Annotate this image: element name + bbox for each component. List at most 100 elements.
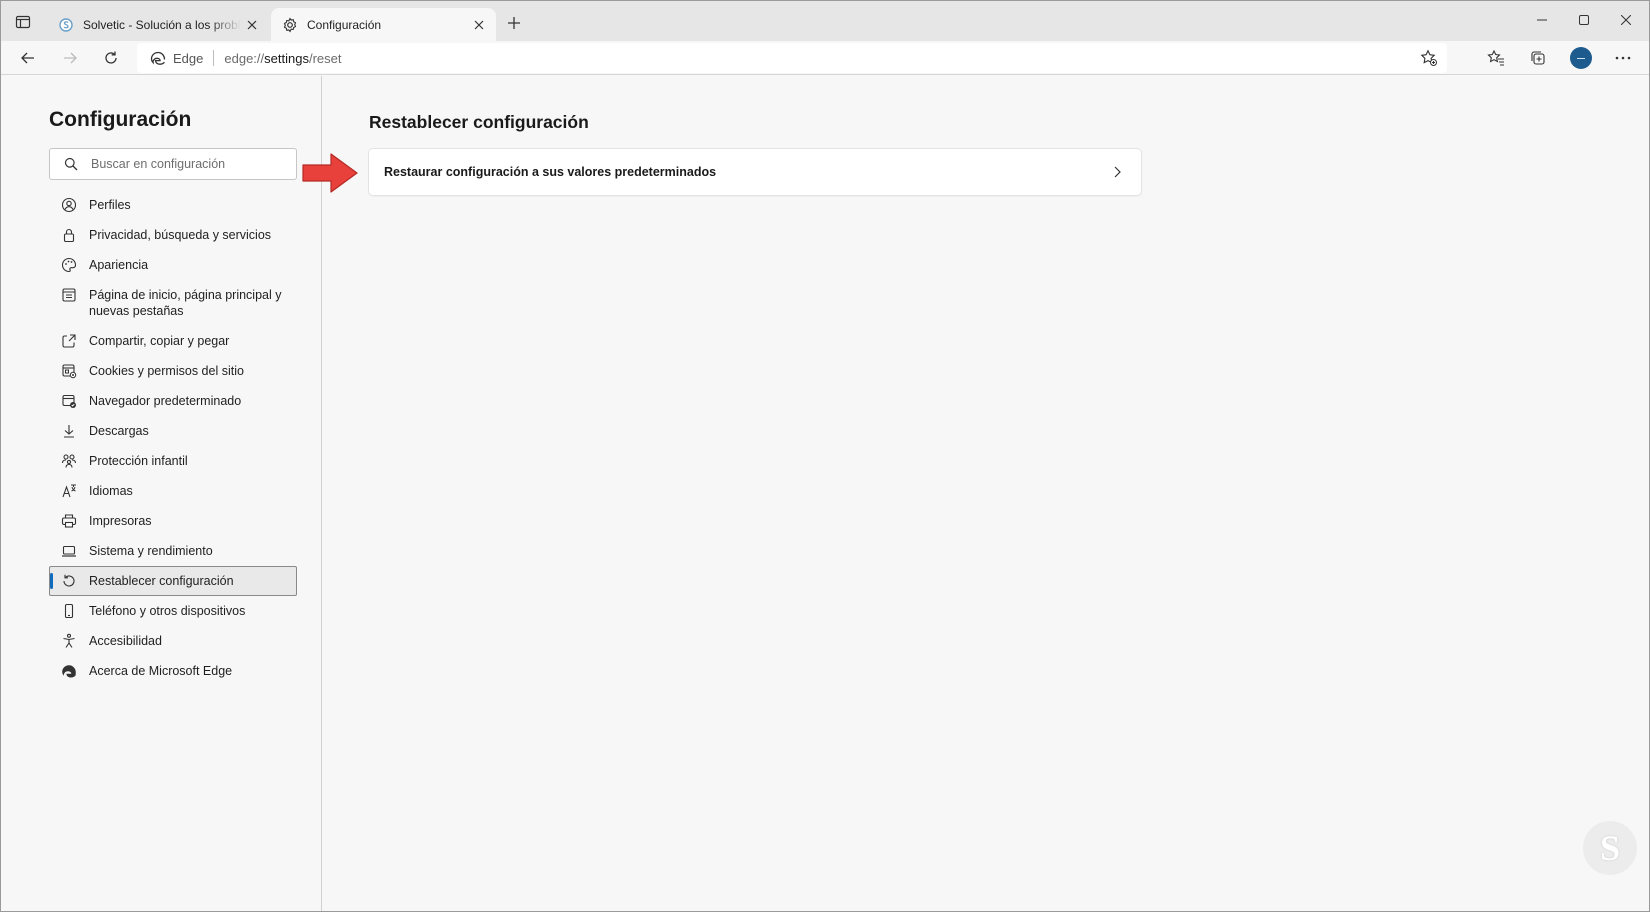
reload-button[interactable] [96, 43, 126, 73]
arrow-right-icon [64, 52, 77, 64]
reset-icon [61, 573, 77, 589]
watermark-logo: S [1583, 821, 1637, 875]
accessibility-icon [61, 633, 77, 649]
sidebar-item-idiomas[interactable]: Idiomas [49, 476, 297, 506]
forward-button[interactable] [55, 43, 85, 73]
laptop-icon [61, 543, 77, 559]
sidebar-item-label: Privacidad, búsqueda y servicios [89, 228, 272, 242]
new-tab-button[interactable] [501, 10, 527, 36]
reload-icon [105, 51, 117, 64]
sidebar-item-label: Navegador predeterminado [89, 394, 242, 408]
plus-icon [508, 17, 520, 29]
close-tab-button[interactable] [241, 14, 263, 36]
edge-icon [61, 663, 77, 679]
share-icon [61, 333, 77, 349]
sidebar-item-accesibilidad[interactable]: Accesibilidad [49, 626, 297, 656]
back-button[interactable] [13, 43, 43, 73]
maximize-button[interactable] [1563, 5, 1605, 35]
settings-sidebar: Configuración Perfiles Privacidad, búsqu… [1, 76, 322, 911]
home-page-icon [61, 287, 77, 303]
close-icon [247, 20, 257, 29]
close-icon [474, 20, 484, 29]
default-browser-icon [61, 393, 77, 409]
settings-and-more-button[interactable] [1608, 43, 1638, 73]
sidebar-item-sistema[interactable]: Sistema y rendimiento [49, 536, 297, 566]
sidebar-item-label: Teléfono y otros dispositivos [89, 604, 246, 618]
url-text: edge://settings/reset [224, 50, 342, 66]
add-favorite-button[interactable] [1419, 48, 1439, 68]
address-separator [213, 50, 215, 66]
edge-icon [149, 49, 167, 67]
sidebar-item-label: Impresoras [89, 514, 152, 528]
browser-toolbar: Edge edge://settings/reset [1, 41, 1649, 75]
sidebar-title: Configuración [49, 108, 192, 131]
close-window-button[interactable] [1605, 5, 1647, 35]
phone-icon [61, 603, 77, 619]
favorites-button[interactable] [1481, 43, 1511, 73]
sidebar-item-label: Cookies y permisos del sitio [89, 364, 244, 378]
sidebar-item-navegador-predeterminado[interactable]: Navegador predeterminado [49, 386, 297, 416]
tab-solvetic[interactable]: Solvetic - Solución a los problem [47, 8, 269, 41]
collections-icon [1531, 51, 1545, 65]
sidebar-item-label: Accesibilidad [89, 634, 162, 648]
sidebar-item-proteccion-infantil[interactable]: Protección infantil [49, 446, 297, 476]
solvetic-icon [57, 16, 75, 34]
sidebar-item-label: Protección infantil [89, 454, 188, 468]
restore-defaults-label: Restaurar configuración a sus valores pr… [384, 165, 717, 179]
sidebar-item-privacidad[interactable]: Privacidad, búsqueda y servicios [49, 220, 297, 250]
sidebar-item-label: Apariencia [89, 258, 149, 272]
printer-icon [61, 513, 77, 529]
download-icon [61, 423, 77, 439]
tab-strip: Solvetic - Solución a los problem Config… [1, 1, 1649, 41]
sidebar-item-label: Acerca de Microsoft Edge [89, 664, 233, 678]
sidebar-item-pagina-inicio[interactable]: Página de inicio, página principal y nue… [49, 280, 297, 326]
chevron-right-icon [1107, 162, 1127, 182]
sidebar-item-label: Página de inicio, página principal y nue… [89, 288, 282, 318]
site-label: Edge [173, 50, 204, 66]
search-input[interactable] [91, 157, 281, 171]
sidebar-item-cookies[interactable]: Cookies y permisos del sitio [49, 356, 297, 386]
tab-configuracion[interactable]: Configuración [271, 8, 496, 41]
favorites-icon [1487, 49, 1504, 66]
family-icon [61, 453, 77, 469]
sidebar-item-label: Idiomas [89, 484, 133, 498]
minimize-button[interactable] [1521, 5, 1563, 35]
collections-button[interactable] [1523, 43, 1553, 73]
sidebar-item-label: Descargas [89, 424, 149, 438]
profile-button[interactable] [1566, 43, 1596, 73]
sidebar-item-impresoras[interactable]: Impresoras [49, 506, 297, 536]
sidebar-item-descargas[interactable]: Descargas [49, 416, 297, 446]
cookies-icon [61, 363, 77, 379]
lock-icon [61, 227, 77, 243]
sidebar-item-label: Sistema y rendimiento [89, 544, 213, 558]
gear-icon [281, 16, 299, 34]
minimize-icon [1537, 19, 1547, 21]
address-bar[interactable]: Edge edge://settings/reset [137, 43, 1447, 73]
close-tab-button[interactable] [468, 14, 490, 36]
sidebar-item-acerca[interactable]: Acerca de Microsoft Edge [49, 656, 297, 686]
palette-icon [61, 257, 77, 273]
settings-nav: Perfiles Privacidad, búsqueda y servicio… [49, 190, 297, 686]
annotation-arrow-icon [302, 153, 358, 193]
tab-title: Configuración [307, 17, 382, 32]
restore-defaults-row[interactable]: Restaurar configuración a sus valores pr… [369, 149, 1141, 195]
language-icon [61, 483, 77, 499]
sidebar-item-perfiles[interactable]: Perfiles [49, 190, 297, 220]
settings-search[interactable] [49, 148, 297, 180]
sidebar-item-label: Compartir, copiar y pegar [89, 334, 230, 348]
sidebar-item-telefono[interactable]: Teléfono y otros dispositivos [49, 596, 297, 626]
arrow-left-icon [21, 52, 34, 64]
search-icon [63, 156, 79, 172]
tab-actions-icon [15, 15, 31, 29]
tab-title: Solvetic - Solución a los problem [83, 17, 241, 32]
sidebar-item-restablecer[interactable]: Restablecer configuración [49, 566, 297, 596]
browser-window: Solvetic - Solución a los problem Config… [0, 0, 1650, 912]
star-add-icon [1420, 49, 1437, 66]
sidebar-item-apariencia[interactable]: Apariencia [49, 250, 297, 280]
tab-actions-button[interactable] [9, 8, 37, 36]
more-icon [1615, 56, 1631, 60]
maximize-icon [1579, 15, 1589, 25]
sidebar-item-label: Perfiles [89, 198, 131, 212]
sidebar-item-compartir[interactable]: Compartir, copiar y pegar [49, 326, 297, 356]
close-icon [1621, 15, 1631, 25]
